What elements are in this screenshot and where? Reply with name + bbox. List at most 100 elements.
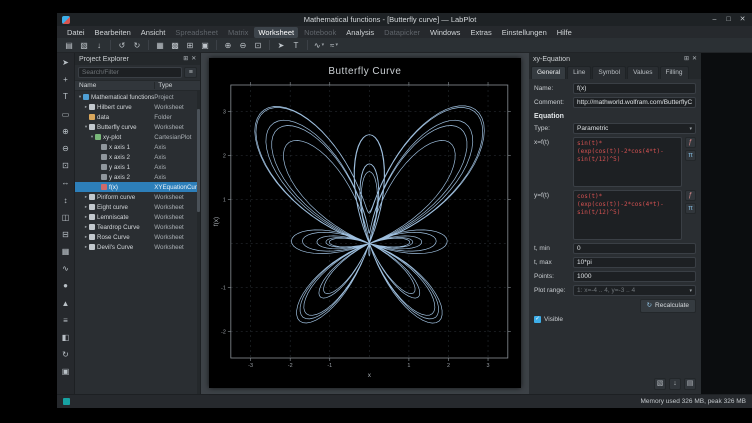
- text-label-tool-button[interactable]: T: [59, 90, 72, 103]
- rectangle-tool-button[interactable]: ▭: [59, 108, 72, 121]
- tab-general[interactable]: General: [531, 66, 566, 79]
- new-worksheet-button[interactable]: ▦: [153, 39, 167, 52]
- tab-values[interactable]: Values: [627, 66, 658, 79]
- type-dropdown[interactable]: Parametric ▾: [573, 123, 696, 134]
- menu-datei[interactable]: Datei: [63, 27, 89, 38]
- recalculate-button[interactable]: ↻ Recalculate: [640, 299, 696, 313]
- menu-ansicht[interactable]: Ansicht: [137, 27, 170, 38]
- tree-row[interactable]: y axis 1Axis: [75, 162, 200, 172]
- equation-dock-header[interactable]: xy-Equation ⊞✕: [529, 53, 701, 65]
- tree-row[interactable]: ▾Mathematical functionsProject: [75, 92, 200, 102]
- zoom-fit-button[interactable]: ⊡: [251, 39, 265, 52]
- tree-row[interactable]: dataFolder: [75, 112, 200, 122]
- list-tool-button[interactable]: ≡: [59, 314, 72, 327]
- split-view-tool-button[interactable]: ◧: [59, 331, 72, 344]
- redo-button[interactable]: ↻: [130, 39, 144, 52]
- column-header-type[interactable]: Type: [154, 82, 200, 89]
- select-mode-button[interactable]: ➤: [274, 39, 288, 52]
- shape-tool-button[interactable]: ▲: [59, 297, 72, 310]
- t-min-input[interactable]: [573, 243, 696, 254]
- curve-tool-button[interactable]: ∿: [59, 262, 72, 275]
- tree-row[interactable]: x axis 1Axis: [75, 142, 200, 152]
- grid-layout-tool-button[interactable]: ▦: [59, 245, 72, 258]
- x-equation-input[interactable]: sin(t)*(exp(cos(t))-2*cos(4*t)-sin(t/12)…: [573, 137, 682, 187]
- y-equation-input[interactable]: cos(t)*(exp(cos(t))-2*cos(4*t)-sin(t/12)…: [573, 190, 682, 240]
- tree-row[interactable]: ▸Piriform curveWorksheet: [75, 192, 200, 202]
- save-project-button[interactable]: ↓: [92, 39, 106, 52]
- points-input[interactable]: [573, 271, 696, 282]
- comment-input[interactable]: [573, 97, 696, 108]
- scale-y-tool-button[interactable]: ↕: [59, 194, 72, 207]
- add-plot-button[interactable]: ∿▾: [312, 39, 326, 52]
- tab-symbol[interactable]: Symbol: [592, 66, 626, 79]
- tree-row[interactable]: x axis 2Axis: [75, 152, 200, 162]
- menu-matrix[interactable]: Matrix: [224, 27, 252, 38]
- search-input[interactable]: [78, 67, 182, 78]
- tab-line[interactable]: Line: [567, 66, 591, 79]
- tab-filling[interactable]: Filling: [660, 66, 689, 79]
- tree-row[interactable]: y axis 2Axis: [75, 172, 200, 182]
- float-dock-button[interactable]: ⊞: [684, 54, 689, 64]
- text-label-button[interactable]: T: [289, 39, 303, 52]
- crosshair-tool-button[interactable]: +: [59, 73, 72, 86]
- minimize-button[interactable]: –: [710, 14, 719, 25]
- point-tool-button[interactable]: ●: [59, 279, 72, 292]
- tree-row[interactable]: ▸Rose CurveWorksheet: [75, 232, 200, 242]
- zoom-out-button[interactable]: ⊖: [236, 39, 250, 52]
- visible-checkbox[interactable]: ✓: [534, 316, 541, 323]
- horizontal-layout-tool-button[interactable]: ◫: [59, 211, 72, 224]
- menu-windows[interactable]: Windows: [426, 27, 464, 38]
- plot-range-dropdown[interactable]: 1: x=-4 .. 4, y=-3 .. 4 ▾: [573, 285, 696, 296]
- menu-einstellungen[interactable]: Einstellungen: [498, 27, 551, 38]
- menu-hilfe[interactable]: Hilfe: [553, 27, 576, 38]
- tree-row[interactable]: ▾xy-plotCartesianPlot: [75, 132, 200, 142]
- menu-spreadsheet[interactable]: Spreadsheet: [171, 27, 222, 38]
- tree-row[interactable]: ▸Teardrop CurveWorksheet: [75, 222, 200, 232]
- explorer-scrollbar[interactable]: [197, 91, 200, 394]
- t-max-input[interactable]: [573, 257, 696, 268]
- export-tool-button[interactable]: ▣: [59, 365, 72, 378]
- menu-bearbeiten[interactable]: Bearbeiten: [91, 27, 135, 38]
- close-explorer-button[interactable]: ✕: [191, 54, 196, 64]
- tree-row[interactable]: ▸LemniscateWorksheet: [75, 212, 200, 222]
- insert-constant-icon[interactable]: π: [685, 150, 696, 161]
- scale-x-tool-button[interactable]: ↔: [59, 176, 72, 189]
- manage-templates-button[interactable]: ▤: [684, 378, 696, 390]
- zoom-selection-tool-button[interactable]: ⊡: [59, 159, 72, 172]
- insert-function-icon[interactable]: ƒ: [685, 137, 696, 148]
- maximize-button[interactable]: □: [724, 14, 733, 25]
- open-project-button[interactable]: ▧: [77, 39, 91, 52]
- float-explorer-button[interactable]: ⊞: [183, 54, 188, 64]
- new-spreadsheet-button[interactable]: ▩: [168, 39, 182, 52]
- select-tool-button[interactable]: ➤: [59, 56, 72, 69]
- vertical-layout-tool-button[interactable]: ⊟: [59, 228, 72, 241]
- zoom-in-button[interactable]: ⊕: [221, 39, 235, 52]
- new-project-button[interactable]: ▤: [62, 39, 76, 52]
- tree-row[interactable]: ▸Devil's CurveWorksheet: [75, 242, 200, 252]
- menu-worksheet[interactable]: Worksheet: [254, 27, 298, 38]
- title-bar[interactable]: Mathematical functions - [Butterfly curv…: [57, 13, 752, 26]
- tree-row[interactable]: ▸Hilbert curveWorksheet: [75, 102, 200, 112]
- new-folder-button[interactable]: ▣: [198, 39, 212, 52]
- name-input[interactable]: [573, 83, 696, 94]
- close-dock-button[interactable]: ✕: [692, 54, 697, 64]
- load-template-button[interactable]: ▧: [654, 378, 666, 390]
- tree-row[interactable]: ▸Eight curveWorksheet: [75, 202, 200, 212]
- filter-button[interactable]: ≡: [184, 67, 197, 78]
- save-template-button[interactable]: ↓: [669, 378, 681, 390]
- column-header-name[interactable]: Name: [75, 82, 154, 89]
- refresh-tool-button[interactable]: ↻: [59, 348, 72, 361]
- menu-datapicker[interactable]: Datapicker: [380, 27, 424, 38]
- close-button[interactable]: ✕: [738, 14, 747, 25]
- worksheet-view[interactable]: -3-2-1123-2-1123xf(x)Butterfly Curve: [201, 53, 529, 394]
- plot-page[interactable]: -3-2-1123-2-1123xf(x)Butterfly Curve: [209, 58, 521, 388]
- insert-function-icon[interactable]: ƒ: [685, 190, 696, 201]
- menu-notebook[interactable]: Notebook: [300, 27, 340, 38]
- zoom-in-tool-button[interactable]: ⊕: [59, 125, 72, 138]
- tree-row[interactable]: ▾Butterfly curveWorksheet: [75, 122, 200, 132]
- zoom-out-tool-button[interactable]: ⊖: [59, 142, 72, 155]
- tree-row[interactable]: f(x)XYEquationCurve: [75, 182, 200, 192]
- insert-constant-icon[interactable]: π: [685, 203, 696, 214]
- menu-analysis[interactable]: Analysis: [342, 27, 378, 38]
- menu-extras[interactable]: Extras: [466, 27, 495, 38]
